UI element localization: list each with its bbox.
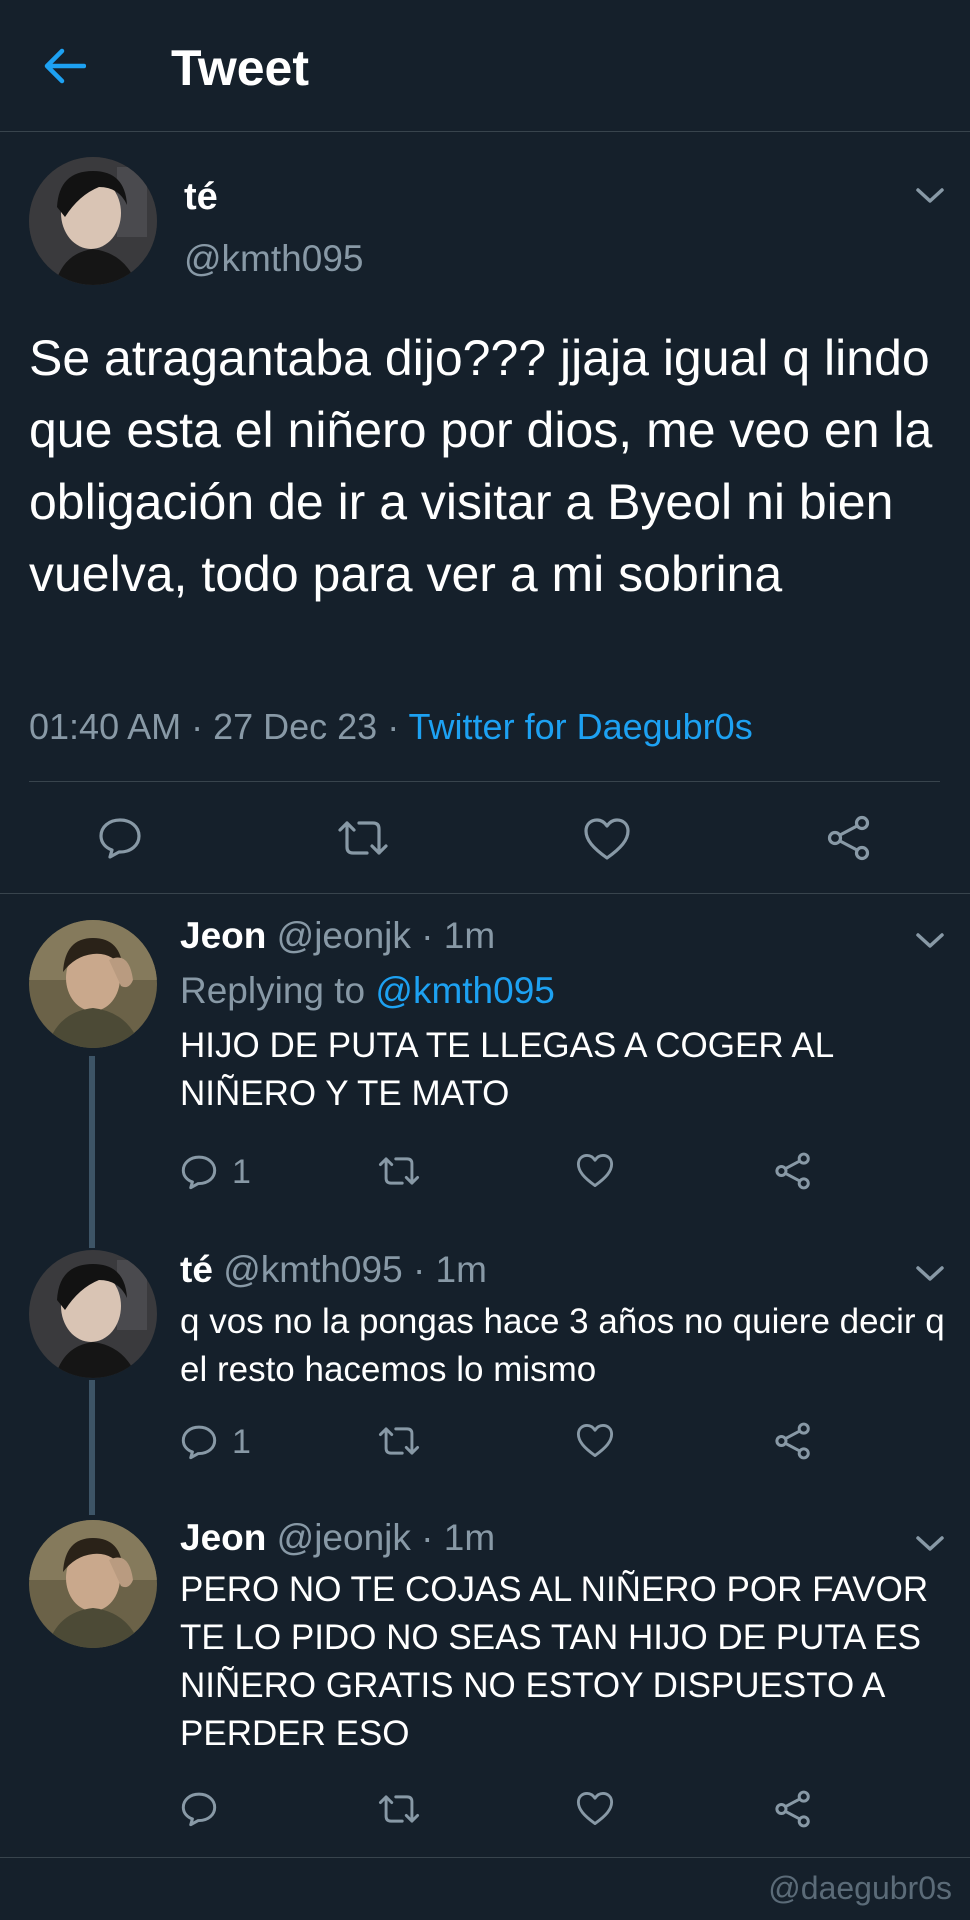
retweet-icon [378, 1795, 420, 1823]
heart-icon [584, 818, 630, 860]
share-button[interactable] [826, 815, 872, 861]
reply-tweet: té @kmth095 · 1m q vos no la pongas hace… [0, 1240, 970, 1510]
heart-icon [576, 1424, 614, 1457]
reply-count: 1 [232, 1153, 251, 1191]
heart-icon [576, 1154, 614, 1187]
share-button[interactable] [774, 1790, 812, 1828]
comment-icon [181, 1155, 217, 1190]
like-button[interactable] [583, 817, 631, 861]
author-handle: @kmth095 [184, 238, 364, 279]
reply-tweet: Jeon @jeonjk · 1m Replying to @kmth095 H… [0, 894, 970, 1240]
share-icon [827, 815, 870, 861]
heart-icon [576, 1792, 614, 1825]
retweet-button[interactable] [378, 1424, 420, 1458]
share-button[interactable] [774, 1422, 812, 1460]
chevron-down-icon[interactable] [913, 1532, 947, 1556]
comment-icon [181, 1792, 217, 1827]
reply-text: HIJO DE PUTA TE LLEGAS A COGER AL NIÑERO… [180, 1026, 833, 1113]
avatar[interactable] [29, 1520, 157, 1648]
chevron-down-icon[interactable] [913, 184, 947, 208]
mention-link[interactable]: @kmth095 [375, 970, 554, 1011]
share-icon [775, 1152, 810, 1190]
tweet-text: Se atragantaba dijo??? jjaja igual q lin… [29, 330, 933, 602]
comment-icon [99, 818, 141, 859]
avatar[interactable] [29, 157, 157, 285]
main-tweet: té @kmth095 Se atragantaba dijo??? jjaja… [0, 132, 970, 894]
author-name: Jeon [180, 1517, 267, 1558]
reply-button[interactable] [97, 815, 143, 861]
arrow-left-icon [44, 48, 86, 84]
page-title: Tweet [171, 40, 309, 96]
like-button[interactable] [576, 1423, 614, 1458]
tweet-source-link[interactable]: Twitter for Daegubr0s [409, 706, 753, 747]
reply-count: 1 [232, 1423, 251, 1461]
comment-icon [181, 1425, 217, 1460]
share-icon [775, 1422, 810, 1460]
retweet-button[interactable] [378, 1154, 420, 1188]
retweet-icon [338, 821, 388, 855]
author-name: té [184, 176, 218, 218]
avatar[interactable] [29, 920, 157, 1048]
tweet-timestamp: 01:40 AM · 27 Dec 23 · [29, 706, 409, 747]
reply-header: Jeon @jeonjk · 1m [180, 1516, 495, 1560]
replying-to: Replying to @kmth095 [180, 969, 555, 1013]
reply-button[interactable]: 1 [180, 1422, 251, 1462]
author-name: té [180, 1249, 213, 1290]
replying-prefix: Replying to [180, 970, 376, 1011]
share-icon [775, 1790, 810, 1828]
divider [0, 1857, 970, 1858]
avatar[interactable] [29, 1250, 157, 1378]
reply-tweet: Jeon @jeonjk · 1m PERO NO TE COJAS AL NI… [0, 1510, 970, 1857]
author-meta: @kmth095 · 1m [223, 1249, 487, 1290]
author-name: Jeon [180, 915, 267, 956]
chevron-down-icon[interactable] [913, 1262, 947, 1286]
like-button[interactable] [576, 1153, 614, 1188]
retweet-icon [378, 1157, 420, 1185]
chevron-down-icon[interactable] [913, 929, 947, 953]
divider [29, 781, 940, 782]
like-button[interactable] [576, 1791, 614, 1826]
reply-button[interactable] [180, 1790, 218, 1828]
reply-button[interactable]: 1 [180, 1152, 251, 1192]
retweet-icon [378, 1427, 420, 1455]
reply-header: Jeon @jeonjk · 1m [180, 914, 495, 958]
retweet-button[interactable] [378, 1792, 420, 1826]
reply-text: q vos no la pongas hace 3 años no quiere… [180, 1302, 945, 1389]
retweet-button[interactable] [337, 817, 389, 859]
watermark: @daegubr0s [768, 1870, 952, 1906]
share-button[interactable] [774, 1152, 812, 1190]
reply-header: té @kmth095 · 1m [180, 1248, 487, 1292]
top-bar: Tweet [0, 0, 970, 132]
back-button[interactable] [38, 40, 90, 92]
author-meta: @jeonjk · 1m [276, 1517, 496, 1558]
tweet-meta: 01:40 AM · 27 Dec 23 · Twitter for Daegu… [29, 705, 753, 749]
reply-text: PERO NO TE COJAS AL NIÑERO POR FAVOR TE … [180, 1570, 929, 1753]
author-meta: @jeonjk · 1m [276, 915, 496, 956]
